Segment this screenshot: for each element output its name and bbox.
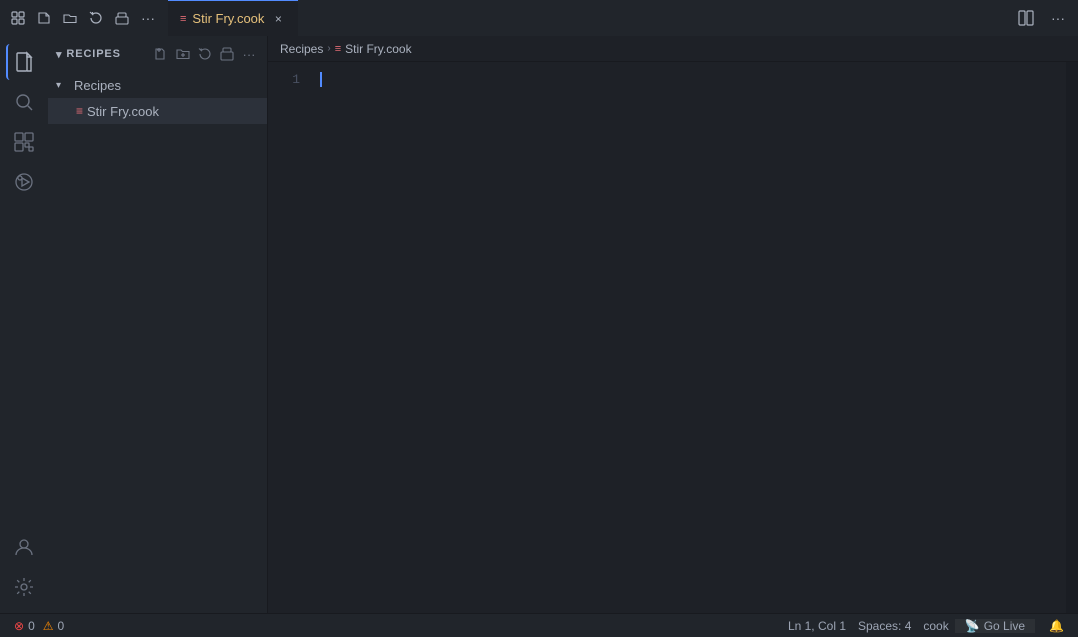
title-bar-left: ···: [8, 8, 158, 28]
status-language-item[interactable]: cook: [917, 619, 954, 633]
tab-label: Stir Fry.cook: [192, 11, 264, 26]
sidebar-title: Recipes: [66, 48, 120, 60]
title-bar-right: ···: [1014, 6, 1070, 30]
language-label: cook: [923, 619, 948, 633]
error-icon: ⊗: [14, 619, 24, 633]
refresh-sidebar-icon[interactable]: [195, 44, 215, 64]
bell-symbol: 🔔: [1049, 619, 1064, 633]
editor-area: Recipes › ≡ Stir Fry.cook 1: [268, 36, 1078, 613]
line-numbers: 1: [268, 62, 316, 613]
line-number-1: 1: [268, 70, 300, 89]
sidebar-header-icons: ···: [151, 44, 259, 64]
status-spaces-item[interactable]: Spaces: 4: [852, 619, 917, 633]
go-live-icon: 📡: [965, 619, 980, 633]
tab-area: ≡ Stir Fry.cook ×: [168, 0, 1014, 36]
more-actions-titlebar-icon[interactable]: ···: [138, 8, 158, 28]
status-bar: ⊗ 0 ⚠ 0 Ln 1, Col 1 Spaces: 4 cook 📡 Go …: [0, 613, 1078, 637]
breadcrumb-file-type-icon: ≡: [335, 43, 341, 55]
file-type-icon: ≡: [76, 104, 83, 118]
tab-close-button[interactable]: ×: [270, 11, 286, 27]
folder-chevron-icon: ▾: [56, 80, 70, 91]
code-line-1: [316, 70, 1066, 89]
activity-settings-icon[interactable]: [6, 569, 42, 605]
explorer-tab-icon[interactable]: [8, 8, 28, 28]
activity-files-icon[interactable]: [6, 44, 42, 80]
sidebar-header: ▾ Recipes: [48, 36, 267, 72]
activity-run-icon[interactable]: [6, 164, 42, 200]
status-errors-item[interactable]: ⊗ 0 ⚠ 0: [8, 619, 70, 633]
go-live-button[interactable]: 📡 Go Live: [955, 619, 1035, 633]
new-file-sidebar-icon[interactable]: [151, 44, 171, 64]
breadcrumb-folder-label: Recipes: [280, 42, 323, 56]
file-label: Stir Fry.cook: [87, 104, 159, 119]
breadcrumb: Recipes › ≡ Stir Fry.cook: [268, 36, 1078, 62]
sidebar: ▾ Recipes: [48, 36, 268, 613]
activity-bar-top: [6, 44, 42, 529]
tab-file-type-icon: ≡: [180, 13, 186, 25]
more-sidebar-icon[interactable]: ···: [239, 44, 259, 64]
sidebar-chevron-icon: ▾: [56, 48, 62, 61]
tab-stir-fry[interactable]: ≡ Stir Fry.cook ×: [168, 0, 298, 36]
minimap: [1066, 62, 1078, 613]
sidebar-tree: ▾ Recipes ≡ Stir Fry.cook: [48, 72, 267, 613]
breadcrumb-separator-icon: ›: [327, 43, 330, 54]
activity-search-icon[interactable]: [6, 84, 42, 120]
cursor-position: Ln 1, Col 1: [788, 619, 846, 633]
split-editor-button[interactable]: [1014, 6, 1038, 30]
error-count: 0: [28, 619, 35, 633]
status-position-item[interactable]: Ln 1, Col 1: [782, 619, 852, 633]
notification-bell-icon[interactable]: 🔔: [1043, 619, 1070, 633]
spaces-label: Spaces: 4: [858, 619, 911, 633]
tree-item-recipes-folder[interactable]: ▾ Recipes: [48, 72, 267, 98]
breadcrumb-file[interactable]: ≡ Stir Fry.cook: [335, 42, 412, 56]
warning-icon: ⚠: [43, 619, 54, 633]
refresh-icon[interactable]: [86, 8, 106, 28]
main-area: ▾ Recipes: [0, 36, 1078, 613]
status-left: ⊗ 0 ⚠ 0: [8, 619, 782, 633]
status-right: Ln 1, Col 1 Spaces: 4 cook 📡 Go Live 🔔: [782, 619, 1070, 633]
collapse-all-sidebar-icon[interactable]: [217, 44, 237, 64]
new-file-icon[interactable]: [34, 8, 54, 28]
open-folder-icon[interactable]: [60, 8, 80, 28]
activity-account-icon[interactable]: [6, 529, 42, 565]
more-actions-button[interactable]: ···: [1046, 6, 1070, 30]
text-cursor: [320, 72, 322, 87]
go-live-label: Go Live: [984, 619, 1025, 633]
folder-label: Recipes: [74, 78, 121, 93]
breadcrumb-file-label: Stir Fry.cook: [345, 42, 411, 56]
activity-bar-bottom: [6, 529, 42, 613]
new-folder-sidebar-icon[interactable]: [173, 44, 193, 64]
title-bar: ··· ≡ Stir Fry.cook × ···: [0, 0, 1078, 36]
activity-bar: [0, 36, 48, 613]
code-editor[interactable]: 1: [268, 62, 1078, 613]
warning-count: 0: [58, 619, 65, 633]
sidebar-folder-toggle[interactable]: ▾ Recipes: [56, 48, 121, 61]
collapse-icon[interactable]: [112, 8, 132, 28]
tree-item-stir-fry[interactable]: ≡ Stir Fry.cook: [48, 98, 267, 124]
code-content[interactable]: [316, 62, 1066, 613]
activity-extensions-icon[interactable]: [6, 124, 42, 160]
breadcrumb-folder[interactable]: Recipes: [280, 42, 323, 56]
